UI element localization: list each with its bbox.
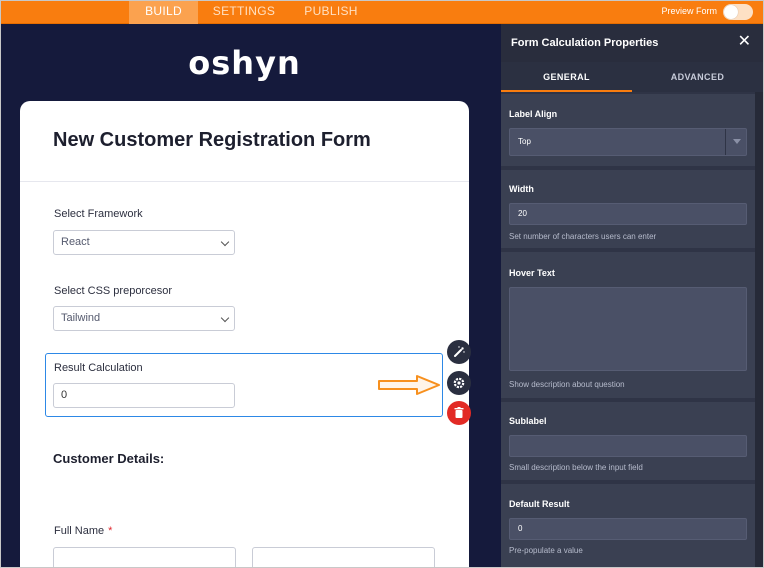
label-align-label: Label Align: [509, 109, 558, 119]
default-result-label: Default Result: [509, 499, 570, 509]
last-name-input[interactable]: [252, 547, 435, 567]
width-label: Width: [509, 184, 534, 194]
sublabel-input[interactable]: [509, 435, 747, 457]
form-title[interactable]: New Customer Registration Form: [53, 129, 371, 152]
tab-build[interactable]: BUILD: [129, 1, 198, 24]
app-frame: BUILD SETTINGS PUBLISH Preview Form oshy…: [0, 0, 764, 568]
tab-general[interactable]: GENERAL: [501, 62, 632, 92]
close-icon[interactable]: ✕: [738, 34, 751, 50]
form-card: New Customer Registration Form Select Fr…: [20, 101, 469, 567]
toggle-knob: [724, 5, 738, 19]
hover-text-textarea[interactable]: [509, 287, 747, 371]
trash-icon: [454, 407, 464, 418]
required-asterisk: *: [108, 525, 113, 537]
brand-logo: oshyn: [188, 44, 301, 82]
width-input[interactable]: 20: [509, 203, 747, 225]
delete-button[interactable]: [447, 401, 471, 425]
default-result-help-text: Pre-populate a value: [509, 546, 583, 555]
panel-header: Form Calculation Properties ✕: [501, 24, 763, 62]
gear-icon: [453, 377, 465, 389]
hover-text-label: Hover Text: [509, 268, 555, 278]
framework-select-value: React: [61, 236, 90, 248]
card-divider: [20, 181, 469, 182]
hover-text-help-text: Show description about question: [509, 380, 625, 389]
framework-select[interactable]: React: [53, 230, 235, 255]
tab-advanced[interactable]: ADVANCED: [632, 62, 763, 92]
label-align-select[interactable]: Top: [509, 128, 747, 156]
chevron-down-icon: [220, 313, 230, 323]
first-name-input[interactable]: [53, 547, 236, 567]
properties-panel: Form Calculation Properties ✕ GENERAL AD…: [501, 24, 763, 567]
framework-label: Select Framework: [54, 208, 143, 220]
caret-down-icon[interactable]: [725, 129, 747, 155]
default-result-input[interactable]: 0: [509, 518, 747, 540]
css-preprocessor-label: Select CSS preporcesor: [54, 285, 172, 297]
magic-wand-button[interactable]: [447, 340, 471, 364]
label-align-section: Label Align Top: [501, 94, 755, 168]
customer-details-heading: Customer Details:: [53, 451, 165, 466]
sublabel-help-text: Small description below the input field: [509, 463, 643, 472]
result-calculation-input[interactable]: 0: [53, 383, 235, 408]
settings-button[interactable]: [447, 371, 471, 395]
panel-title: Form Calculation Properties: [511, 37, 659, 49]
panel-scrollbar[interactable]: [755, 92, 763, 567]
orange-arrow-annotation: [378, 375, 440, 395]
tab-publish[interactable]: PUBLISH: [297, 1, 365, 24]
top-bar: BUILD SETTINGS PUBLISH Preview Form: [1, 1, 763, 24]
sublabel-label: Sublabel: [509, 416, 547, 426]
width-section: Width 20 Set number of characters users …: [501, 170, 755, 250]
css-preprocessor-select-value: Tailwind: [61, 312, 101, 324]
hover-text-section: Hover Text Show description about questi…: [501, 252, 755, 400]
sublabel-section: Sublabel Small description below the inp…: [501, 402, 755, 482]
css-preprocessor-select[interactable]: Tailwind: [53, 306, 235, 331]
width-help-text: Set number of characters users can enter: [509, 232, 657, 241]
form-canvas: oshyn New Customer Registration Form Sel…: [1, 24, 501, 567]
preview-form-toggle[interactable]: [723, 4, 753, 20]
preview-form-label: Preview Form: [661, 6, 717, 16]
magic-wand-icon: [454, 346, 465, 357]
label-align-value: Top: [518, 137, 531, 146]
full-name-label-text: Full Name: [54, 525, 105, 537]
chevron-down-icon: [220, 237, 230, 247]
tab-settings[interactable]: SETTINGS: [209, 1, 279, 24]
full-name-label: Full Name *: [54, 525, 112, 537]
default-result-section: Default Result 0 Pre-populate a value: [501, 484, 755, 567]
result-calculation-label: Result Calculation: [54, 362, 143, 374]
